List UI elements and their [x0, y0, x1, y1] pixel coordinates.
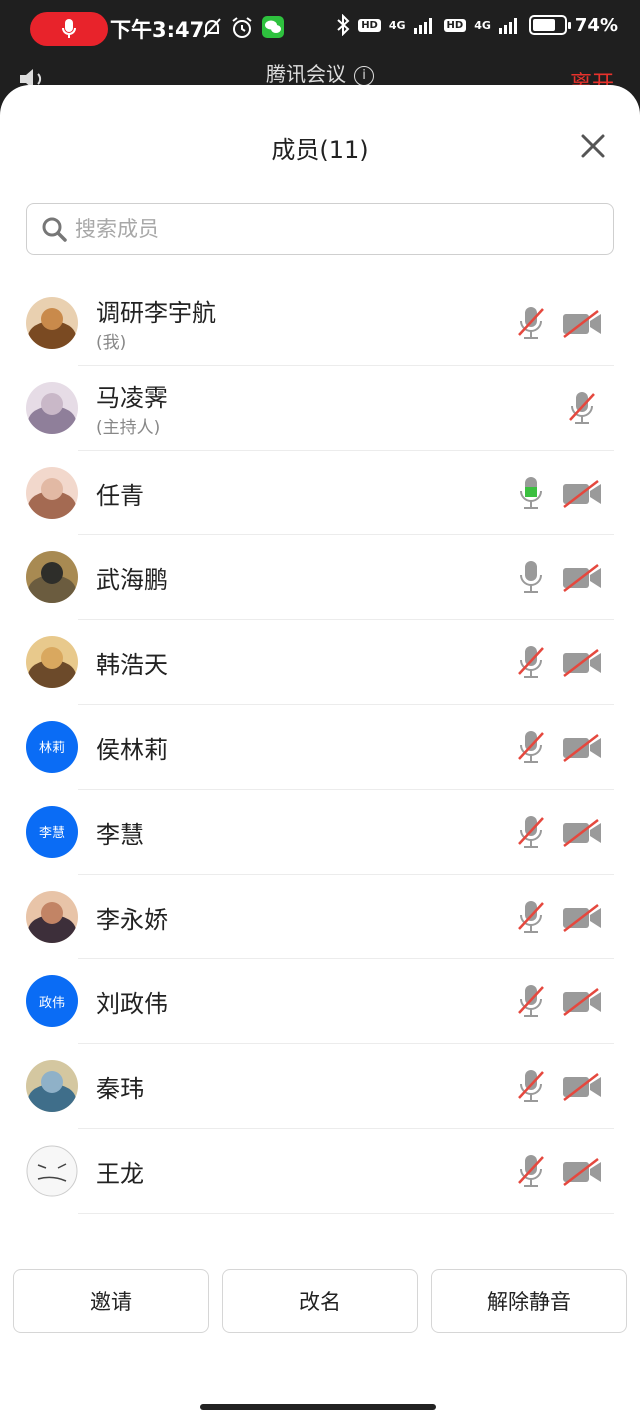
- wechat-icon: [262, 16, 284, 38]
- status-bar: 下午3:47 HD 4G HD 4G 74%: [0, 0, 640, 58]
- member-name: 李慧: [96, 820, 144, 849]
- member-role: (主持人): [96, 417, 161, 438]
- network-label: 4G: [474, 18, 491, 32]
- meeting-title: 腾讯会议 i: [0, 58, 640, 87]
- member-row[interactable]: 调研李宇航 (我): [0, 281, 640, 366]
- mic-muted-icon[interactable]: [517, 814, 545, 850]
- avatar: [26, 466, 78, 519]
- microphone-icon[interactable]: [517, 475, 545, 511]
- avatar: [26, 1060, 78, 1113]
- member-name: 秦玮: [96, 1075, 144, 1104]
- battery-percent: 74%: [574, 14, 618, 36]
- member-row[interactable]: 任青: [0, 451, 640, 536]
- member-name: 调研李宇航: [96, 299, 216, 327]
- avatar: [26, 1145, 78, 1197]
- mic-muted-icon[interactable]: [517, 899, 545, 935]
- search-icon: [42, 217, 67, 242]
- member-row[interactable]: 韩浩天: [0, 620, 640, 705]
- member-name: 刘政伟: [96, 990, 168, 1019]
- camera-off-icon[interactable]: [562, 987, 602, 1017]
- member-name: 李永娇: [96, 905, 168, 934]
- camera-off-icon[interactable]: [562, 733, 602, 763]
- rename-button[interactable]: 改名: [222, 1269, 418, 1333]
- signal-icon: [413, 18, 432, 34]
- search-box[interactable]: [26, 203, 614, 255]
- recording-indicator[interactable]: [30, 12, 108, 46]
- mic-muted-icon[interactable]: [517, 983, 545, 1019]
- clock: 下午3:47: [110, 18, 205, 42]
- home-indicator[interactable]: [200, 1404, 436, 1410]
- microphone-icon: [62, 19, 76, 38]
- camera-off-icon[interactable]: [562, 309, 602, 339]
- member-name: 任青: [96, 481, 144, 510]
- member-row[interactable]: 李慧 李慧: [0, 790, 640, 875]
- member-name: 韩浩天: [96, 651, 168, 680]
- member-list: 调研李宇航 (我) 马凌霁 (主持人) 任青 武海鹏 韩浩天 林莉 侯林莉 李慧 李慧 李永娇 政伟 刘政…: [0, 281, 640, 1214]
- silent-bell-icon: [203, 18, 221, 38]
- camera-off-icon[interactable]: [562, 563, 602, 593]
- member-row[interactable]: 王龙: [0, 1129, 640, 1214]
- sheet-title: 成员(11): [271, 136, 369, 164]
- mic-muted-icon[interactable]: [517, 1068, 545, 1104]
- member-role: (我): [96, 333, 127, 353]
- action-bar: 邀请 改名 解除静音: [13, 1269, 627, 1333]
- camera-off-icon[interactable]: [562, 818, 602, 848]
- divider: [78, 1212, 614, 1214]
- alarm-icon: [232, 17, 252, 38]
- avatar: [26, 297, 78, 349]
- member-row[interactable]: 武海鹏: [0, 535, 640, 621]
- info-icon[interactable]: i: [354, 66, 374, 86]
- mic-muted-icon[interactable]: [517, 305, 545, 341]
- network-label: 4G: [388, 18, 406, 32]
- search-input[interactable]: [75, 217, 555, 241]
- member-row[interactable]: 林莉 侯林莉: [0, 705, 640, 790]
- mic-muted-icon[interactable]: [517, 644, 545, 680]
- avatar: [26, 551, 78, 604]
- avatar: 政伟: [26, 975, 78, 1028]
- member-name: 马凌霁: [96, 383, 168, 412]
- hd-badge: HD: [358, 18, 381, 32]
- members-sheet: 成员(11) 调研李宇航(我)马凌霁(主持人)任青武海鹏韩浩天林莉侯林莉李慧李慧…: [0, 85, 640, 1422]
- camera-off-icon[interactable]: [562, 1072, 602, 1102]
- member-name: 武海鹏: [96, 566, 168, 595]
- bluetooth-icon: [337, 14, 350, 36]
- member-row[interactable]: 政伟 刘政伟: [0, 959, 640, 1045]
- close-icon[interactable]: [578, 131, 608, 161]
- status-right: HD 4G HD 4G 74%: [336, 14, 618, 36]
- battery-icon: [528, 15, 571, 35]
- meeting-title-text: 腾讯会议: [266, 62, 346, 86]
- mic-muted-icon[interactable]: [517, 1153, 545, 1189]
- member-row[interactable]: 马凌霁 (主持人): [0, 366, 640, 451]
- member-name: 王龙: [96, 1159, 144, 1188]
- member-row[interactable]: 秦玮: [0, 1044, 640, 1129]
- avatar: [26, 381, 78, 434]
- avatar: 林莉: [26, 720, 78, 773]
- signal-icon: [498, 18, 517, 34]
- mic-muted-icon[interactable]: [517, 729, 545, 765]
- camera-off-icon[interactable]: [562, 903, 602, 933]
- mic-muted-icon[interactable]: [568, 390, 596, 426]
- camera-off-icon[interactable]: [562, 648, 602, 678]
- camera-off-icon[interactable]: [562, 479, 602, 509]
- avatar: 李慧: [26, 805, 78, 858]
- camera-off-icon[interactable]: [562, 1157, 602, 1187]
- invite-button[interactable]: 邀请: [13, 1269, 209, 1333]
- member-name: 侯林莉: [96, 735, 168, 764]
- unmute-all-button[interactable]: 解除静音: [431, 1269, 627, 1333]
- member-row[interactable]: 李永娇: [0, 875, 640, 960]
- hd-badge: HD: [443, 18, 467, 32]
- microphone-icon[interactable]: [517, 559, 545, 595]
- avatar: [26, 890, 78, 943]
- avatar: [26, 636, 78, 689]
